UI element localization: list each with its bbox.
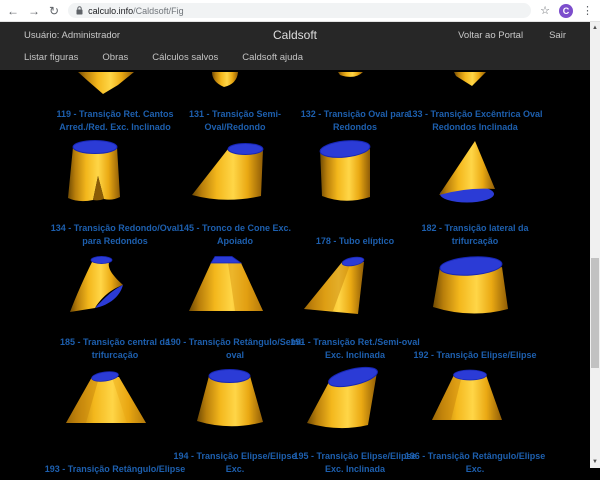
back-to-portal-link[interactable]: Voltar ao Portal <box>458 30 523 41</box>
figure-thumbnail[interactable] <box>415 138 535 212</box>
figure-cell[interactable]: 133 - Transição Excêntrica Oval Redondos… <box>415 72 535 138</box>
menu-item-obras[interactable]: Obras <box>102 52 128 63</box>
figure-cell[interactable]: 195 - Transição Elipse/Elipse Exc. Incli… <box>295 366 415 480</box>
figure-cell[interactable]: 182 - Transição lateral da trifurcação <box>415 138 535 252</box>
figure-thumbnail[interactable] <box>295 366 415 440</box>
browser-menu-icon[interactable]: ⋮ <box>582 4 593 17</box>
lock-icon <box>76 6 83 15</box>
figures-grid: 119 - Transição Ret. Cantos Arred./Red. … <box>0 70 590 480</box>
scroll-up-icon[interactable]: ▲ <box>590 23 600 33</box>
bookmark-star-icon[interactable]: ☆ <box>540 4 550 17</box>
figure-thumbnail[interactable] <box>55 252 175 326</box>
logout-link[interactable]: Sair <box>549 30 566 41</box>
scrollbar[interactable]: ▲ ▼ <box>590 22 600 468</box>
url-text: calculo.info/Caldsoft/Fig <box>88 6 184 16</box>
figure-thumbnail[interactable] <box>415 366 535 440</box>
menu-item-listar-figuras[interactable]: Listar figuras <box>24 52 78 63</box>
figure-cell[interactable]: 131 - Transição Semi-Oval/Redondo <box>175 72 295 138</box>
user-label: Usuário: Administrador <box>24 30 120 41</box>
figure-cell[interactable]: 196 - Transição Retângulo/Elipse Exc. <box>415 366 535 480</box>
app-header: Usuário: Administrador Caldsoft Voltar a… <box>0 22 590 70</box>
figure-cell[interactable]: 178 - Tubo elíptico <box>295 138 415 252</box>
figure-cell[interactable]: 145 - Tronco de Cone Exc. Apoiado <box>175 138 295 252</box>
figure-thumbnail[interactable] <box>175 366 295 440</box>
figure-cell[interactable]: 119 - Transição Ret. Cantos Arred./Red. … <box>55 72 175 138</box>
figure-thumbnail[interactable] <box>55 366 175 440</box>
figure-cell[interactable]: 193 - Transição Retângulo/Elipse <box>55 366 175 480</box>
scroll-down-icon[interactable]: ▼ <box>590 457 600 467</box>
figure-cell[interactable]: 134 - Transição Redondo/Oval para Redond… <box>55 138 175 252</box>
figure-thumbnail[interactable] <box>55 138 175 212</box>
avatar[interactable]: C <box>559 4 573 18</box>
figure-label[interactable]: 182 - Transição lateral da trifurcação <box>404 220 546 248</box>
figure-cell[interactable]: 192 - Transição Elipse/Elipse <box>415 252 535 366</box>
figure-thumbnail[interactable] <box>175 138 295 212</box>
address-bar[interactable]: calculo.info/Caldsoft/Fig <box>68 3 531 18</box>
figure-cell[interactable]: 191 - Transição Ret./Semi-oval Exc. Incl… <box>295 252 415 366</box>
main-menu: Listar figuras Obras Cálculos salvos Cal… <box>24 52 566 63</box>
figure-label[interactable]: 133 - Transição Excêntrica Oval Redondos… <box>404 106 546 134</box>
figure-thumbnail[interactable] <box>175 252 295 326</box>
figure-thumbnail[interactable] <box>295 138 415 212</box>
browser-chrome: ← → ↻ calculo.info/Caldsoft/Fig ☆ C ⋮ <box>0 0 600 22</box>
figure-cell[interactable]: 190 - Transição Retângulo/Semi-oval <box>175 252 295 366</box>
figure-thumbnail[interactable] <box>55 72 175 98</box>
menu-item-caldsoft-ajuda[interactable]: Caldsoft ajuda <box>242 52 303 63</box>
figure-thumbnail[interactable] <box>175 72 295 98</box>
figure-thumbnail[interactable] <box>415 252 535 326</box>
page-title: Caldsoft <box>273 28 317 42</box>
figure-label[interactable]: 192 - Transição Elipse/Elipse <box>404 334 546 362</box>
figure-cell[interactable]: 185 - Transição central da trifurcação <box>55 252 175 366</box>
figure-cell[interactable]: 194 - Transição Elipse/Elipse Exc. <box>175 366 295 480</box>
figure-thumbnail[interactable] <box>295 72 415 98</box>
figure-label[interactable]: 196 - Transição Retângulo/Elipse Exc. <box>404 448 546 476</box>
reload-icon[interactable]: ↻ <box>49 5 59 17</box>
figure-thumbnail[interactable] <box>295 252 415 326</box>
back-icon[interactable]: ← <box>7 5 19 17</box>
scrollbar-thumb[interactable] <box>591 258 599 368</box>
figure-cell[interactable]: 132 - Transição Oval para Redondos <box>295 72 415 138</box>
page: Usuário: Administrador Caldsoft Voltar a… <box>0 22 590 480</box>
figure-thumbnail[interactable] <box>415 72 535 98</box>
forward-icon[interactable]: → <box>28 5 40 17</box>
menu-item-calculos-salvos[interactable]: Cálculos salvos <box>152 52 218 63</box>
